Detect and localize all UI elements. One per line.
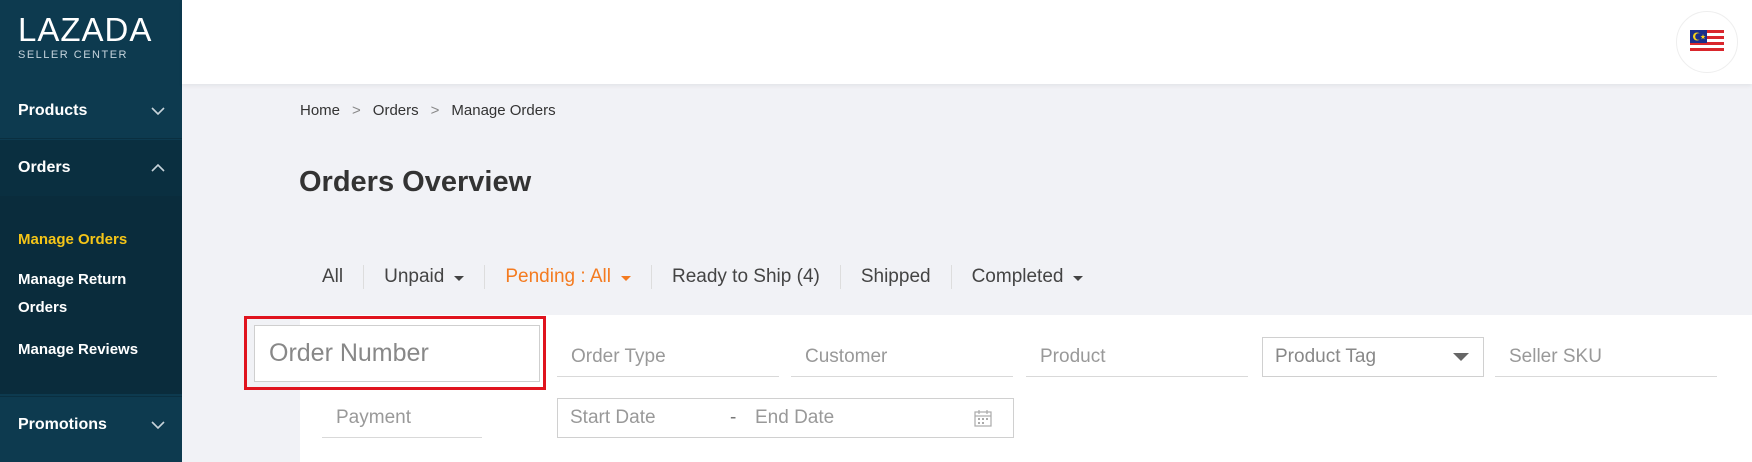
date-separator: - — [730, 407, 737, 428]
malaysia-flag-icon — [1690, 30, 1724, 54]
breadcrumb-separator: > — [352, 102, 361, 119]
submenu-item-manage-reviews[interactable]: Manage Reviews — [18, 336, 168, 364]
product-field[interactable] — [1026, 337, 1248, 377]
orders-submenu: Manage Orders Manage Return Orders Manag… — [0, 196, 182, 394]
sidebar-item-promotions[interactable]: Promotions — [0, 396, 182, 452]
sidebar-item-label: Orders — [18, 159, 71, 176]
tab-shipped[interactable]: Shipped — [841, 266, 951, 288]
order-number-input[interactable] — [267, 338, 539, 369]
order-status-tabs: All Unpaid Pending : All Ready to Ship (… — [300, 262, 1103, 292]
tab-completed[interactable]: Completed — [952, 266, 1104, 288]
tab-label: Pending : All — [505, 266, 611, 287]
sidebar-item-label: Products — [18, 101, 88, 119]
caret-down-icon — [620, 276, 631, 281]
order-number-field[interactable] — [254, 325, 540, 382]
seller-sku-field[interactable] — [1495, 337, 1717, 377]
sidebar: LAZADA SELLER CENTER Products Orders Man… — [0, 0, 182, 462]
product-tag-select[interactable]: Product Tag — [1262, 337, 1484, 377]
date-range-field[interactable]: Start Date - End Date — [557, 398, 1014, 438]
page-title: Orders Overview — [299, 166, 532, 198]
breadcrumb-home[interactable]: Home — [300, 102, 340, 119]
start-date-input[interactable]: Start Date — [570, 407, 656, 429]
caret-down-icon — [1073, 276, 1084, 281]
tab-label: Completed — [971, 266, 1064, 287]
sidebar-item-products[interactable]: Products — [0, 83, 182, 139]
sidebar-item-orders[interactable]: Orders — [0, 140, 182, 196]
logo-main-text: LAZADA — [18, 11, 153, 48]
tab-label: All — [322, 266, 344, 287]
breadcrumb-separator: > — [430, 102, 440, 119]
sidebar-item-label: Promotions — [18, 415, 107, 433]
breadcrumb-orders[interactable]: Orders — [373, 102, 419, 119]
breadcrumb: Home > Orders > Manage Orders — [300, 102, 556, 119]
product-tag-label: Product Tag — [1275, 346, 1377, 367]
product-input[interactable] — [1038, 344, 1248, 369]
tab-label: Ready to Ship (4) — [671, 266, 820, 287]
caret-down-icon — [454, 276, 465, 281]
customer-field[interactable] — [791, 337, 1013, 377]
tab-ready-to-ship[interactable]: Ready to Ship (4) — [652, 266, 840, 288]
tab-pending[interactable]: Pending : All — [485, 266, 651, 288]
chevron-down-icon — [151, 420, 165, 429]
payment-field[interactable] — [322, 398, 482, 438]
end-date-input[interactable]: End Date — [755, 407, 834, 429]
seller-sku-input[interactable] — [1507, 344, 1717, 369]
calendar-icon[interactable] — [973, 408, 993, 428]
breadcrumb-manage-orders: Manage Orders — [451, 102, 556, 119]
caret-down-icon — [1453, 353, 1469, 361]
submenu-item-manage-orders[interactable]: Manage Orders — [18, 226, 168, 254]
top-bar — [182, 0, 1752, 84]
submenu-item-manage-return-orders[interactable]: Manage Return Orders — [18, 266, 168, 322]
country-selector[interactable] — [1676, 11, 1738, 73]
tab-label: Shipped — [860, 266, 931, 287]
logo-sub-text: SELLER CENTER — [18, 49, 128, 61]
chevron-down-icon — [151, 106, 165, 115]
order-type-field[interactable] — [557, 337, 779, 377]
tab-unpaid[interactable]: Unpaid — [364, 266, 484, 288]
customer-input[interactable] — [803, 344, 1013, 369]
tab-label: Unpaid — [384, 266, 445, 287]
order-type-input[interactable] — [569, 344, 779, 369]
tab-all[interactable]: All — [300, 266, 363, 288]
lazada-logo[interactable]: LAZADA SELLER CENTER — [18, 12, 152, 62]
chevron-up-icon — [151, 163, 165, 172]
payment-input[interactable] — [334, 405, 482, 430]
